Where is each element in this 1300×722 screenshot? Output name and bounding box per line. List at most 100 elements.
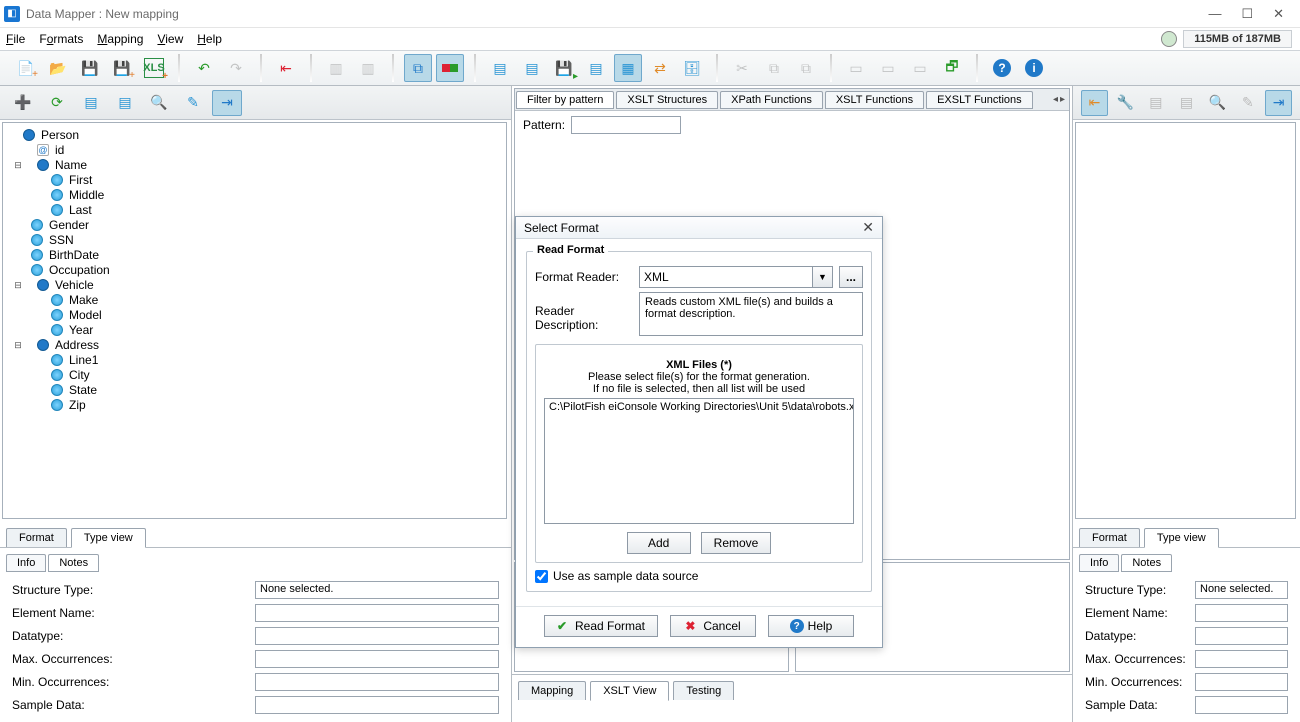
toggle-palette-button[interactable] (436, 54, 464, 82)
menu-formats[interactable]: Formats (39, 32, 83, 46)
db-button[interactable]: 🗄 (678, 54, 706, 82)
minimize-button[interactable]: — (1208, 6, 1221, 22)
tab-format-source[interactable]: Format (6, 528, 67, 547)
menu-mapping[interactable]: Mapping (97, 32, 143, 46)
browse-reader-button[interactable]: ... (839, 266, 863, 288)
node-zip[interactable]: Zip (67, 398, 86, 412)
field-element-name-r[interactable] (1195, 604, 1288, 622)
field-max-occ-r[interactable] (1195, 650, 1288, 668)
recycle-icon[interactable] (1161, 31, 1177, 47)
grid-view-button[interactable]: ▦ (614, 54, 642, 82)
save-as-button[interactable]: 💾+ (108, 54, 136, 82)
tab-exslt-functions[interactable]: EXSLT Functions (926, 91, 1033, 109)
chevron-down-icon[interactable]: ▼ (813, 266, 833, 288)
link-src-button[interactable]: ⇥ (212, 90, 242, 116)
paste-node-button[interactable]: ▥ (354, 54, 382, 82)
field-sample-data-r[interactable] (1195, 696, 1288, 714)
new-button[interactable]: 📄+ (12, 54, 40, 82)
field-datatype-r[interactable] (1195, 627, 1288, 645)
field-structure-type-r[interactable]: None selected. (1195, 581, 1288, 599)
copy-button[interactable]: ⧉ (760, 54, 788, 82)
files-list[interactable]: C:\PilotFish eiConsole Working Directori… (544, 398, 854, 524)
align-button-1[interactable]: ▭ (842, 54, 870, 82)
redo-button[interactable]: ↷ (222, 54, 250, 82)
node-person[interactable]: Person (39, 128, 79, 142)
tab-typeview-target[interactable]: Type view (1144, 528, 1219, 548)
toggle-tree-button[interactable]: ⧉ (404, 54, 432, 82)
tab-mapping[interactable]: Mapping (518, 681, 586, 700)
exit-button[interactable]: ⇤ (272, 54, 300, 82)
doc-src-button-1[interactable]: ▤ (76, 90, 106, 116)
copy-node-button[interactable]: ▥ (322, 54, 350, 82)
link-button[interactable]: 🗗 (938, 54, 966, 82)
node-state[interactable]: State (67, 383, 97, 397)
doc-button-3[interactable]: ▤ (582, 54, 610, 82)
field-min-occ[interactable] (255, 673, 499, 691)
node-last[interactable]: Last (67, 203, 92, 217)
pattern-input[interactable] (571, 116, 681, 134)
node-make[interactable]: Make (67, 293, 98, 307)
field-element-name[interactable] (255, 604, 499, 622)
source-tree[interactable]: Person @id ⊟Name First Middle Last Gende… (2, 122, 507, 519)
node-city[interactable]: City (67, 368, 90, 382)
node-ssn[interactable]: SSN (47, 233, 74, 247)
use-sample-checkbox[interactable] (535, 570, 548, 583)
node-vehicle[interactable]: Vehicle (53, 278, 94, 292)
search-target-button[interactable]: 🔍 (1204, 90, 1231, 116)
add-file-button[interactable]: Add (627, 532, 691, 554)
link2-target-button[interactable]: ⇥ (1265, 90, 1292, 116)
help-button[interactable]: ? (988, 54, 1016, 82)
toggle-icon[interactable]: ⊟ (13, 278, 23, 292)
field-structure-type[interactable]: None selected. (255, 581, 499, 599)
menu-view[interactable]: View (157, 32, 183, 46)
node-year[interactable]: Year (67, 323, 93, 337)
cut-button[interactable]: ✂ (728, 54, 756, 82)
doc-button-2[interactable]: ▤ (518, 54, 546, 82)
tab-info-target[interactable]: Info (1079, 554, 1119, 572)
tab-xslt-functions[interactable]: XSLT Functions (825, 91, 924, 109)
remove-file-button[interactable]: Remove (701, 532, 772, 554)
refresh-tree-button[interactable]: ⟳ (42, 90, 72, 116)
tab-filter-pattern[interactable]: Filter by pattern (516, 91, 614, 109)
cancel-button[interactable]: ✖Cancel (670, 615, 756, 637)
add-node-button[interactable]: ➕ (8, 90, 38, 116)
node-middle[interactable]: Middle (67, 188, 104, 202)
node-id[interactable]: id (53, 143, 64, 157)
tabs-scroll-left[interactable]: ◂ (1053, 94, 1058, 105)
tab-xslt-view[interactable]: XSLT View (590, 681, 669, 701)
field-min-occ-r[interactable] (1195, 673, 1288, 691)
node-line1[interactable]: Line1 (67, 353, 98, 367)
info-button[interactable]: i (1020, 54, 1048, 82)
field-datatype[interactable] (255, 627, 499, 645)
paste-button[interactable]: ⧉ (792, 54, 820, 82)
menu-file[interactable]: File (6, 32, 25, 46)
help-dialog-button[interactable]: ?Help (768, 615, 854, 637)
node-model[interactable]: Model (67, 308, 102, 322)
node-gender[interactable]: Gender (47, 218, 89, 232)
toggle-icon[interactable]: ⊟ (13, 158, 23, 172)
doc-target-button-2[interactable]: ▤ (1173, 90, 1200, 116)
node-first[interactable]: First (67, 173, 92, 187)
tab-info-source[interactable]: Info (6, 554, 46, 572)
maximize-button[interactable]: ☐ (1241, 6, 1253, 22)
tab-notes-target[interactable]: Notes (1121, 554, 1172, 572)
doc-target-button-1[interactable]: ▤ (1143, 90, 1170, 116)
node-occupation[interactable]: Occupation (47, 263, 110, 277)
read-format-button[interactable]: ✔Read Format (544, 615, 658, 637)
link-target-button[interactable]: ⇤ (1081, 90, 1108, 116)
node-birthdate[interactable]: BirthDate (47, 248, 99, 262)
undo-button[interactable]: ↶ (190, 54, 218, 82)
tab-testing[interactable]: Testing (673, 681, 734, 700)
format-reader-select[interactable] (639, 266, 813, 288)
settings-target-button[interactable]: 🔧 (1112, 90, 1139, 116)
save-db-button[interactable]: 💾▸ (550, 54, 578, 82)
doc-src-button-2[interactable]: ▤ (110, 90, 140, 116)
search-src-button[interactable]: 🔍 (144, 90, 174, 116)
open-button[interactable]: 📂 (44, 54, 72, 82)
tab-xslt-structures[interactable]: XSLT Structures (616, 91, 718, 109)
tab-xpath-functions[interactable]: XPath Functions (720, 91, 823, 109)
doc-button-1[interactable]: ▤ (486, 54, 514, 82)
target-tree[interactable] (1075, 122, 1296, 519)
edit-src-button[interactable]: ✎ (178, 90, 208, 116)
dialog-close-button[interactable]: ✕ (862, 219, 874, 236)
